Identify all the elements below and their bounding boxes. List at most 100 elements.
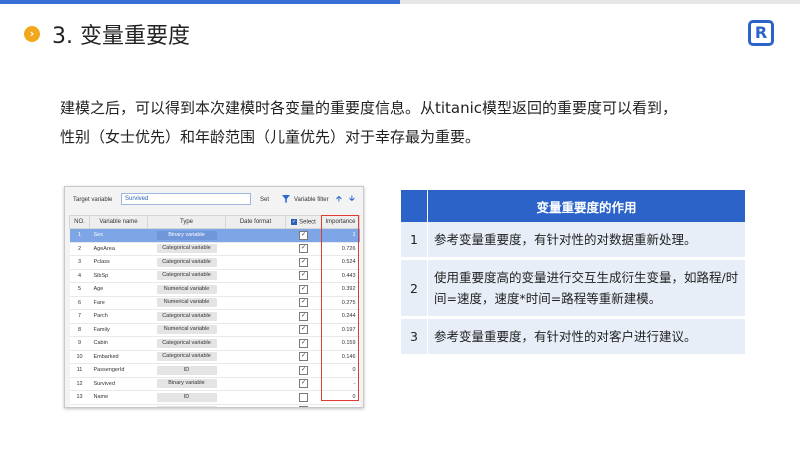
date-format-cell[interactable] [225, 242, 286, 256]
select-checkbox[interactable]: ✓ [299, 311, 308, 321]
variable-type-select[interactable]: Numerical variable [156, 325, 217, 335]
table-row[interactable]: 11 PassengerId ID ✓ 0 [69, 363, 360, 378]
table-row[interactable]: 9 Cabin Categorical variable ✓ 0.159 [69, 336, 360, 351]
variable-type-select[interactable]: ID [156, 365, 217, 375]
select-checkbox[interactable]: ✓ [299, 379, 308, 389]
variable-type-cell[interactable]: ID [147, 390, 226, 405]
col-header-select[interactable]: ✓ Select [285, 215, 322, 229]
select-cell[interactable] [285, 390, 322, 405]
select-cell[interactable]: ✓ [285, 404, 322, 407]
table-row[interactable]: 13 Name ID 0 [69, 390, 360, 405]
select-checkbox[interactable]: ✓ [299, 284, 308, 294]
target-variable-input[interactable]: Survived [121, 193, 251, 205]
filter-icon[interactable] [282, 195, 290, 203]
table-row[interactable]: 6 Fare Numerical variable ✓ 0.275 [69, 296, 360, 310]
select-checkbox[interactable] [299, 392, 308, 402]
select-cell[interactable]: ✓ [285, 377, 322, 391]
variable-type-select[interactable]: Categorical variable [156, 311, 217, 321]
select-cell[interactable]: ✓ [285, 282, 322, 297]
select-cell[interactable]: ✓ [285, 323, 322, 337]
variable-type-cell[interactable]: Categorical variable [147, 350, 226, 364]
select-checkbox[interactable]: ✓ [299, 271, 308, 281]
date-format-cell[interactable] [225, 404, 286, 407]
date-format-cell[interactable] [225, 255, 286, 270]
select-cell[interactable]: ✓ [285, 296, 322, 310]
arrow-down-icon[interactable]: 🡳 [349, 195, 355, 203]
select-cell[interactable]: ✓ [285, 336, 322, 351]
select-cell[interactable]: ✓ [285, 269, 322, 283]
table-row[interactable]: 10 Embarked Categorical variable ✓ 0.146 [69, 350, 360, 364]
variable-type-cell[interactable]: Categorical variable [147, 269, 226, 283]
date-format-cell[interactable] [225, 269, 286, 283]
col-header-no[interactable]: NO. [69, 215, 90, 229]
variable-type-select[interactable]: Numerical variable [156, 298, 217, 308]
table-row[interactable]: 14Ticket Categorical variable ✓ 0 [69, 404, 360, 407]
variable-type-cell[interactable]: ID [147, 363, 226, 378]
variable-type-cell[interactable]: Categorical variable [147, 255, 226, 270]
select-checkbox[interactable]: ✓ [299, 230, 308, 240]
col-header-date-format[interactable]: Date format [225, 215, 286, 229]
table-row[interactable]: 8 Family Numerical variable ✓ 0.197 [69, 323, 360, 337]
select-checkbox[interactable]: ✓ [299, 338, 308, 348]
date-format-cell[interactable] [225, 282, 286, 297]
variable-type-cell[interactable]: Binary variable [147, 228, 226, 243]
variable-type-select[interactable]: Binary variable [156, 379, 217, 389]
variable-type-cell[interactable]: Categorical variable [147, 336, 226, 351]
date-format-cell[interactable] [225, 350, 286, 364]
table-row[interactable]: 5 Age Numerical variable ✓ 0.392 [69, 282, 360, 297]
date-format-cell[interactable] [225, 336, 286, 351]
col-header-type[interactable]: Type [147, 215, 226, 229]
select-checkbox[interactable]: ✓ [299, 352, 308, 362]
select-checkbox[interactable]: ✓ [299, 257, 308, 267]
variable-type-cell[interactable]: Numerical variable [147, 296, 226, 310]
select-cell[interactable]: ✓ [285, 350, 322, 364]
select-checkbox[interactable]: ✓ [299, 365, 308, 375]
brand-logo: R [748, 20, 774, 46]
select-cell[interactable]: ✓ [285, 228, 322, 243]
variable-type-select[interactable]: ID [156, 392, 217, 402]
date-format-cell[interactable] [225, 377, 286, 391]
set-button[interactable]: Set [260, 197, 269, 203]
date-format-cell[interactable] [225, 323, 286, 337]
date-format-cell[interactable] [225, 363, 286, 378]
date-format-cell[interactable] [225, 309, 286, 324]
variable-filter-button[interactable]: Variable filter [294, 197, 329, 203]
variable-type-select[interactable]: Categorical variable [156, 352, 217, 362]
variable-type-cell[interactable]: Categorical variable [147, 242, 226, 256]
variable-type-select[interactable]: Numerical variable [156, 284, 217, 294]
date-format-cell[interactable] [225, 296, 286, 310]
table-row[interactable]: 7 Parch Categorical variable ✓ 0.244 [69, 309, 360, 324]
select-cell[interactable]: ✓ [285, 255, 322, 270]
col-header-variable-name[interactable]: Variable name [89, 215, 148, 229]
variable-type-select[interactable]: Categorical variable [156, 244, 217, 254]
variable-type-cell[interactable]: Numerical variable [147, 323, 226, 337]
col-header-importance[interactable]: Importance [321, 215, 360, 229]
select-cell[interactable]: ✓ [285, 309, 322, 324]
table-row[interactable]: 3 Pclass Categorical variable ✓ 0.524 [69, 255, 360, 270]
variable-type-select[interactable]: Categorical variable [156, 338, 217, 348]
intro-paragraph: 建模之后，可以得到本次建模时各变量的重要度信息。从titanic模型返回的重要度… [60, 94, 760, 152]
select-checkbox[interactable]: ✓ [299, 298, 308, 308]
variable-type-cell[interactable]: Binary variable [147, 377, 226, 391]
select-checkbox[interactable]: ✓ [299, 244, 308, 254]
select-all-checkbox[interactable]: ✓ [291, 218, 298, 225]
variable-type-cell[interactable]: Categorical variable [147, 309, 226, 324]
date-format-cell[interactable] [225, 390, 286, 405]
table-row[interactable]: 4 SibSp Categorical variable ✓ 0.443 [69, 269, 360, 283]
variable-type-select[interactable]: Categorical variable [156, 257, 217, 267]
arrow-up-icon[interactable]: 🡱 [336, 195, 342, 203]
table-row[interactable]: 12 Survived Binary variable ✓ - [69, 377, 360, 391]
variable-type-select[interactable]: Binary variable [156, 230, 217, 240]
variable-type-select[interactable]: Categorical variable [156, 271, 217, 281]
select-checkbox[interactable]: ✓ [299, 406, 308, 407]
variable-type-select[interactable]: Categorical variable [156, 406, 217, 407]
date-format-cell[interactable] [225, 228, 286, 243]
variable-type-cell[interactable]: Numerical variable [147, 282, 226, 297]
select-cell[interactable]: ✓ [285, 363, 322, 378]
row-number: 1 [69, 228, 90, 243]
select-cell[interactable]: ✓ [285, 242, 322, 256]
table-row[interactable]: 1 Sex Binary variable ✓ 1 [69, 228, 360, 243]
select-checkbox[interactable]: ✓ [299, 325, 308, 335]
table-row[interactable]: 2 AgeArea Categorical variable ✓ 0.726 [69, 242, 360, 256]
variable-type-cell[interactable]: Categorical variable [147, 404, 226, 407]
